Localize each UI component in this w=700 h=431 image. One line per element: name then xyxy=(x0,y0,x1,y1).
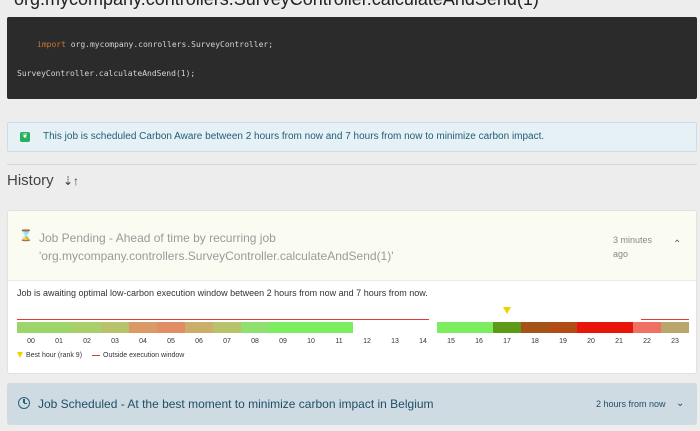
code-keyword: import xyxy=(37,40,66,49)
hour-bar-22 xyxy=(633,322,661,333)
hour-bar-02 xyxy=(73,322,101,333)
hour-tick-10: 10 xyxy=(307,338,315,345)
hour-tick-14: 14 xyxy=(419,338,427,345)
hour-bar-17 xyxy=(493,322,521,333)
hour-bar-04 xyxy=(129,322,157,333)
job-scheduled-title: Job Scheduled - At the best moment to mi… xyxy=(38,397,434,411)
outside-window-line xyxy=(17,319,429,320)
carbon-aware-text: This job is scheduled Carbon Aware betwe… xyxy=(43,131,545,142)
job-pending-card: ⌛ Job Pending - Ahead of time by recurri… xyxy=(7,210,697,374)
hour-tick-13: 13 xyxy=(391,338,399,345)
hour-tick-06: 06 xyxy=(195,338,203,345)
timeline-legend: Best hour (rank 9) Outside execution wind… xyxy=(17,352,184,359)
chevron-down-icon[interactable]: ⌄ xyxy=(676,398,684,409)
hour-tick-16: 16 xyxy=(475,338,483,345)
hour-bar-05 xyxy=(157,322,185,333)
hour-bar-15 xyxy=(437,322,465,333)
history-title: History xyxy=(7,172,54,189)
job-scheduled-time: 2 hours from now xyxy=(596,399,666,409)
hour-tick-07: 07 xyxy=(223,338,231,345)
hour-bar-21 xyxy=(605,322,633,333)
hour-tick-20: 20 xyxy=(587,338,595,345)
hour-tick-11: 11 xyxy=(335,338,343,345)
hour-bar-01 xyxy=(45,322,73,333)
carbon-aware-banner: ❦ This job is scheduled Carbon Aware bet… xyxy=(7,122,697,152)
hour-tick-01: 01 xyxy=(55,338,63,345)
hour-tick-09: 09 xyxy=(279,338,287,345)
hour-bar-08 xyxy=(241,322,269,333)
carbon-intensity-timeline: Best hour (rank 9) Outside execution wind… xyxy=(17,307,693,363)
hour-bar-06 xyxy=(185,322,213,333)
sort-icon[interactable]: ⇣↑ xyxy=(63,174,79,188)
code-import-path: org.mycompany.conrollers.SurveyControlle… xyxy=(65,40,274,49)
job-pending-message: Job is awaiting optimal low-carbon execu… xyxy=(17,288,428,298)
job-title: org.mycompany.controllers.SurveyControll… xyxy=(14,0,539,10)
outside-window-line xyxy=(641,319,689,320)
hour-bar-03 xyxy=(101,322,129,333)
leaf-icon: ❦ xyxy=(20,132,30,142)
hour-tick-02: 02 xyxy=(83,338,91,345)
hour-tick-12: 12 xyxy=(363,338,371,345)
code-block: import org.mycompany.conrollers.SurveyCo… xyxy=(7,17,697,99)
job-pending-title: Job Pending - Ahead of time by recurring… xyxy=(39,231,276,245)
hour-tick-04: 04 xyxy=(139,338,147,345)
hourglass-icon: ⌛ xyxy=(19,230,33,242)
hour-bar-16 xyxy=(465,322,493,333)
best-hour-legend-icon xyxy=(17,352,23,359)
hour-tick-15: 15 xyxy=(447,338,455,345)
chevron-up-icon[interactable]: ⌃ xyxy=(673,239,681,250)
clock-icon xyxy=(18,397,30,409)
hour-bar-11 xyxy=(325,322,353,333)
hour-tick-03: 03 xyxy=(111,338,119,345)
hour-bar-09 xyxy=(269,322,297,333)
job-details-page: org.mycompany.controllers.SurveyControll… xyxy=(0,0,700,431)
job-pending-subtitle: 'org.mycompany.controllers.SurveyControl… xyxy=(39,249,394,263)
job-pending-header[interactable]: ⌛ Job Pending - Ahead of time by recurri… xyxy=(8,211,696,281)
outside-window-legend-label: Outside execution window xyxy=(103,352,185,359)
section-divider xyxy=(7,164,697,165)
hour-tick-08: 08 xyxy=(251,338,259,345)
code-import-line: import org.mycompany.conrollers.SurveyCo… xyxy=(37,40,273,49)
hour-tick-18: 18 xyxy=(531,338,539,345)
outside-window-legend-icon xyxy=(92,354,101,356)
hour-tick-05: 05 xyxy=(167,338,175,345)
hour-bar-18 xyxy=(521,322,549,333)
hour-tick-00: 00 xyxy=(27,338,35,345)
hour-tick-19: 19 xyxy=(559,338,567,345)
hour-tick-23: 23 xyxy=(671,338,679,345)
job-scheduled-card[interactable]: Job Scheduled - At the best moment to mi… xyxy=(7,383,697,425)
hour-bar-07 xyxy=(213,322,241,333)
hour-tick-17: 17 xyxy=(503,338,511,345)
hour-bar-20 xyxy=(577,322,605,333)
hour-bar-10 xyxy=(297,322,325,333)
hour-bar-00 xyxy=(17,322,45,333)
hour-bar-19 xyxy=(549,322,577,333)
code-call-line: SurveyController.calculateAndSend(1); xyxy=(17,69,196,78)
job-pending-time: 3 minutes ago xyxy=(613,235,653,259)
hour-tick-22: 22 xyxy=(643,338,651,345)
best-hour-legend-label: Best hour (rank 9) xyxy=(26,352,83,359)
hour-tick-21: 21 xyxy=(615,338,623,345)
best-hour-marker xyxy=(503,307,511,314)
hour-bar-23 xyxy=(661,322,689,333)
